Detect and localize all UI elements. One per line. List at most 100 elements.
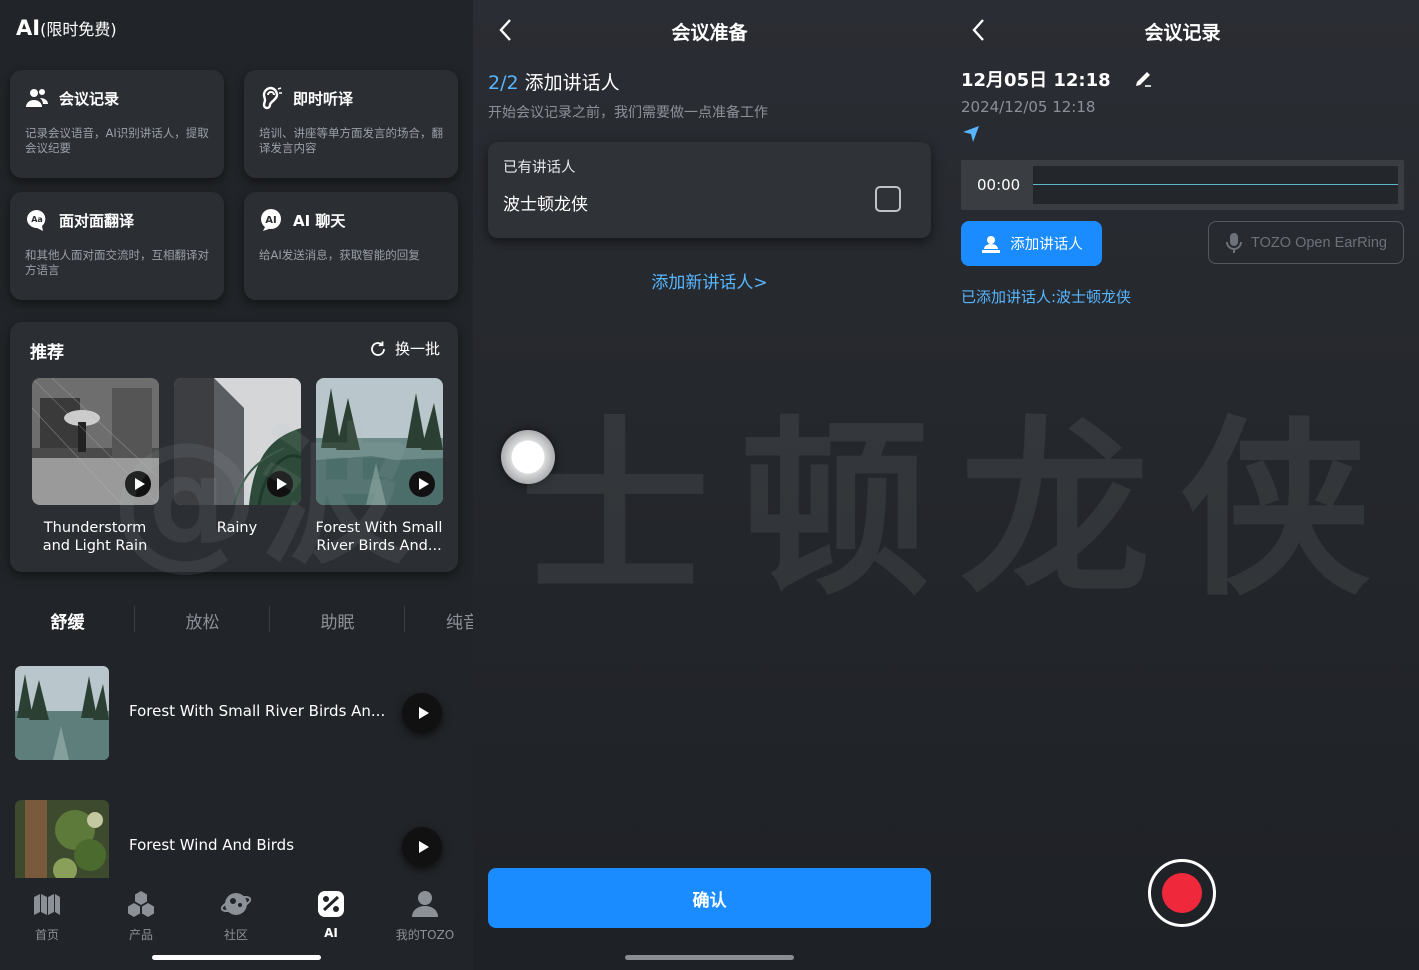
- ai-chat-card[interactable]: AI AI 聊天 给AI发送消息，获取智能的回复: [244, 192, 458, 300]
- add-speaker-label: 添加讲话人: [1010, 237, 1083, 253]
- nav-label: 产品: [128, 928, 153, 942]
- recommend-item-2[interactable]: [174, 378, 301, 505]
- profile-icon: [412, 891, 438, 917]
- tab-pure[interactable]: 纯音: [410, 608, 473, 633]
- assistive-touch-button[interactable]: [501, 430, 555, 484]
- added-speaker-text: 已添加讲话人:波士顿龙侠: [961, 288, 1132, 306]
- home-icon: [34, 894, 60, 915]
- page-title: 会议准备: [671, 22, 748, 44]
- speaker-checkbox[interactable]: [875, 186, 901, 212]
- sound-category-tabs: 舒缓 放松 助眠 纯音: [0, 600, 473, 640]
- nav-community[interactable]: 社区: [191, 888, 281, 943]
- record-date: 12月05日 12:18: [961, 66, 1153, 92]
- forest-river-image: [15, 666, 109, 760]
- face-translate-card[interactable]: Aa 面对面翻译 和其他人面对面交流时，互相翻译对方语言: [10, 192, 224, 300]
- title-suffix: (限时免费): [40, 20, 117, 39]
- svg-text:AI: AI: [265, 215, 276, 226]
- nav-home[interactable]: 首页: [2, 888, 92, 943]
- device-button[interactable]: TOZO Open EarRing: [1208, 221, 1404, 264]
- microphone-icon: [1226, 232, 1243, 253]
- instant-translate-card[interactable]: 即时听译 培训、讲座等单方面发言的场合，翻译发言内容: [244, 70, 458, 178]
- step-title: 添加讲话人: [524, 72, 620, 94]
- play-button[interactable]: [125, 471, 151, 497]
- bottom-nav: 首页 产品 社区 AI 我的TOZO: [0, 878, 473, 970]
- card-title: 面对面翻译: [59, 211, 135, 230]
- nav-label: AI: [324, 926, 338, 940]
- card-desc: 给AI发送消息，获取智能的回复: [259, 248, 420, 262]
- refresh-label: 换一批: [394, 340, 440, 358]
- card-desc: 培训、讲座等单方面发言的场合，翻译发言内容: [259, 126, 443, 155]
- waveform-line: [1033, 184, 1398, 185]
- list-item-title: Forest Wind And Birds: [129, 836, 295, 854]
- add-speaker-button[interactable]: 添加讲话人: [961, 221, 1102, 266]
- add-new-speaker-link[interactable]: 添加新讲话人>: [473, 268, 946, 293]
- list-item[interactable]: Forest Wind And Birds: [0, 800, 473, 894]
- recommend-item-3[interactable]: [316, 378, 443, 505]
- confirm-button[interactable]: 确认: [488, 868, 931, 928]
- recommend-item-2-title: Rainy: [167, 519, 307, 537]
- title-line: Rainy: [216, 520, 258, 536]
- card-title: 即时听译: [293, 89, 354, 108]
- refresh-button[interactable]: 换一批: [369, 338, 440, 359]
- recommend-item-3-title: Forest With Small River Birds And...: [309, 519, 449, 555]
- step-heading: 2/2 添加讲话人: [488, 68, 620, 95]
- title-line: Thunderstorm: [43, 520, 147, 536]
- nav-products[interactable]: 产品: [96, 888, 186, 943]
- list-thumb: [15, 666, 109, 760]
- title-text: AI: [16, 16, 41, 40]
- list-item[interactable]: Forest With Small River Birds An...: [0, 666, 473, 760]
- meeting-record-card[interactable]: 会议记录 记录会议语音，AI识别讲话人，提取会议纪要: [10, 70, 224, 178]
- meeting-prep-panel: 会议准备 2/2 添加讲话人 开始会议记录之前，我们需要做一点准备工作 已有讲话…: [473, 0, 946, 970]
- play-button[interactable]: [409, 471, 435, 497]
- card-title: AI 聊天: [293, 211, 346, 230]
- device-label: TOZO Open EarRing: [1251, 234, 1387, 251]
- card-title: 会议记录: [59, 89, 120, 108]
- community-icon: [220, 893, 252, 915]
- title-line: River Birds And...: [316, 538, 442, 554]
- edit-icon[interactable]: [1133, 69, 1153, 89]
- step-subtitle: 开始会议记录之前，我们需要做一点准备工作: [488, 105, 768, 121]
- meeting-record-panel: 会议记录 12月05日 12:18 2024/12/05 12:18 00:00…: [946, 0, 1419, 970]
- recommend-title: 推荐: [30, 343, 64, 363]
- existing-speakers-card: 已有讲话人 波士顿龙侠: [488, 142, 931, 238]
- record-timer: 00:00: [977, 176, 1021, 194]
- home-indicator: [152, 955, 321, 960]
- existing-speakers-header: 已有讲话人: [503, 160, 576, 176]
- location-icon: [963, 126, 979, 142]
- waveform-track: [1033, 166, 1398, 204]
- tab-relax[interactable]: 放松: [135, 608, 270, 633]
- nav-ai[interactable]: AI: [286, 888, 376, 940]
- svg-text:Aa: Aa: [31, 215, 43, 224]
- home-indicator: [625, 955, 794, 960]
- record-dot: [1162, 873, 1202, 913]
- list-item-title: Forest With Small River Birds An...: [129, 702, 386, 720]
- card-desc: 和其他人面对面交流时，互相翻译对方语言: [25, 248, 209, 277]
- recommend-item-1[interactable]: [32, 378, 159, 505]
- play-button[interactable]: [402, 693, 442, 733]
- translate-icon: Aa: [27, 210, 46, 231]
- card-desc: 记录会议语音，AI识别讲话人，提取会议纪要: [25, 126, 209, 155]
- nav-label: 我的TOZO: [395, 928, 455, 942]
- record-button[interactable]: [1148, 859, 1216, 927]
- nav-label: 首页: [34, 928, 59, 942]
- step-count: 2/2: [488, 72, 519, 94]
- refresh-icon: [371, 341, 385, 356]
- play-button[interactable]: [402, 827, 442, 867]
- recommend-item-1-title: Thunderstorm and Light Rain: [25, 519, 165, 555]
- play-button[interactable]: [267, 471, 293, 497]
- ai-home-panel: AI(限时免费) 会议记录 记录会议语音，AI识别讲话人，提取会议纪要 即时听译…: [0, 0, 473, 970]
- recommend-section: 推荐 换一批 Thunderstorm and Light Rain Rainy…: [10, 322, 458, 572]
- title-line: and Light Rain: [42, 538, 148, 554]
- speaker-add-icon: [982, 235, 1001, 253]
- tab-divider: [404, 606, 405, 632]
- tab-sleep[interactable]: 助眠: [270, 608, 405, 633]
- tab-soothing[interactable]: 舒缓: [0, 608, 135, 633]
- nav-label: 社区: [223, 928, 248, 942]
- ear-icon: [262, 86, 282, 110]
- page-title: AI(限时免费): [16, 16, 117, 40]
- audio-waveform: 00:00: [961, 160, 1404, 210]
- ai-icon: [318, 891, 344, 917]
- users-icon: [26, 89, 48, 107]
- speaker-name: 波士顿龙侠: [503, 195, 588, 215]
- nav-profile[interactable]: 我的TOZO: [380, 888, 470, 943]
